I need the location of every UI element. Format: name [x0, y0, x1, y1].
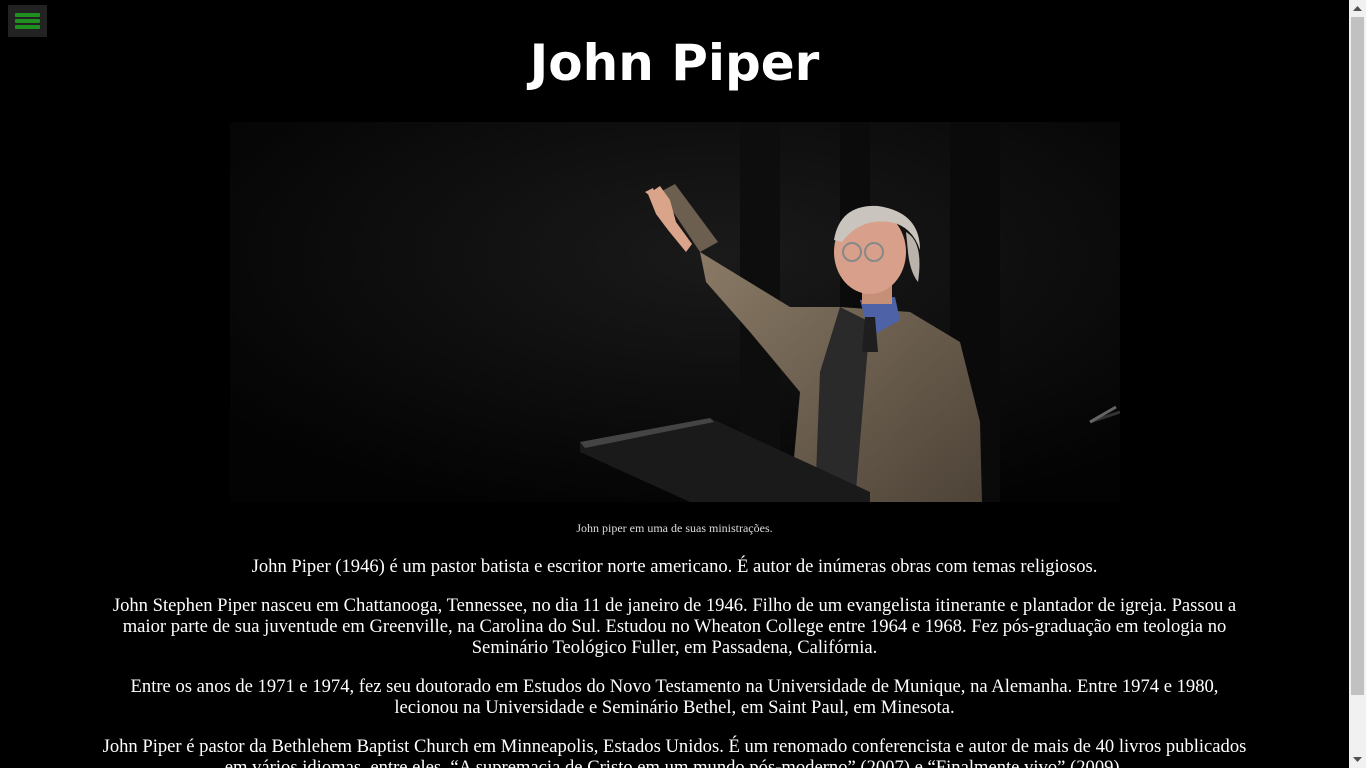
scroll-down-arrow-icon[interactable] [1349, 751, 1366, 768]
hamburger-menu-icon-bar [15, 25, 40, 29]
hero-photo [230, 122, 1120, 502]
scrollbar-thumb[interactable] [1351, 17, 1364, 695]
hamburger-menu-icon-bar [15, 19, 40, 23]
vertical-scrollbar[interactable] [1349, 0, 1366, 768]
photo-caption: John piper em uma de suas ministrações. [576, 521, 773, 535]
page-title: John Piper [529, 34, 820, 92]
photo-john-piper-preaching [230, 122, 1120, 502]
paragraph-early-life: John Stephen Piper nasceu em Chattanooga… [112, 595, 1237, 658]
scroll-up-arrow-icon[interactable] [1349, 0, 1366, 17]
hamburger-menu-icon-bar [15, 13, 40, 17]
paragraph-education: Entre os anos de 1971 e 1974, fez seu do… [130, 676, 1219, 718]
article-body: John Piper (1946) é um pastor batista e … [98, 556, 1251, 768]
paragraph-intro: John Piper (1946) é um pastor batista e … [251, 556, 1098, 577]
paragraph-ministry: John Piper é pastor da Bethlehem Baptist… [102, 736, 1247, 768]
